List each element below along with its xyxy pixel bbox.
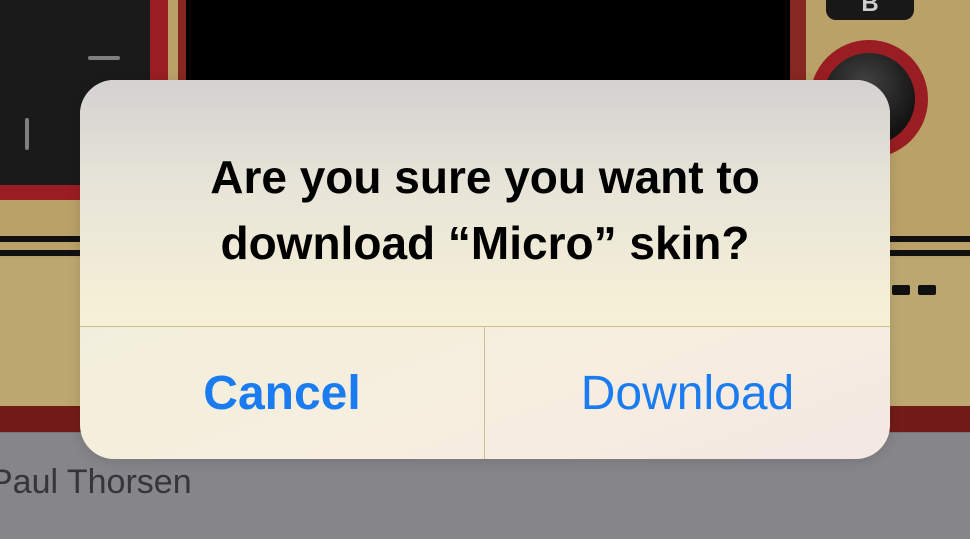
download-button[interactable]: Download [485, 327, 890, 459]
cancel-button[interactable]: Cancel [80, 327, 484, 459]
alert-message: Are you sure you want to download “Micro… [210, 151, 760, 269]
screen: B Paul Thorsen Are you sure you want to … [0, 0, 970, 539]
alert-body: Are you sure you want to download “Micro… [80, 80, 890, 326]
download-alert: Are you sure you want to download “Micro… [80, 80, 890, 459]
